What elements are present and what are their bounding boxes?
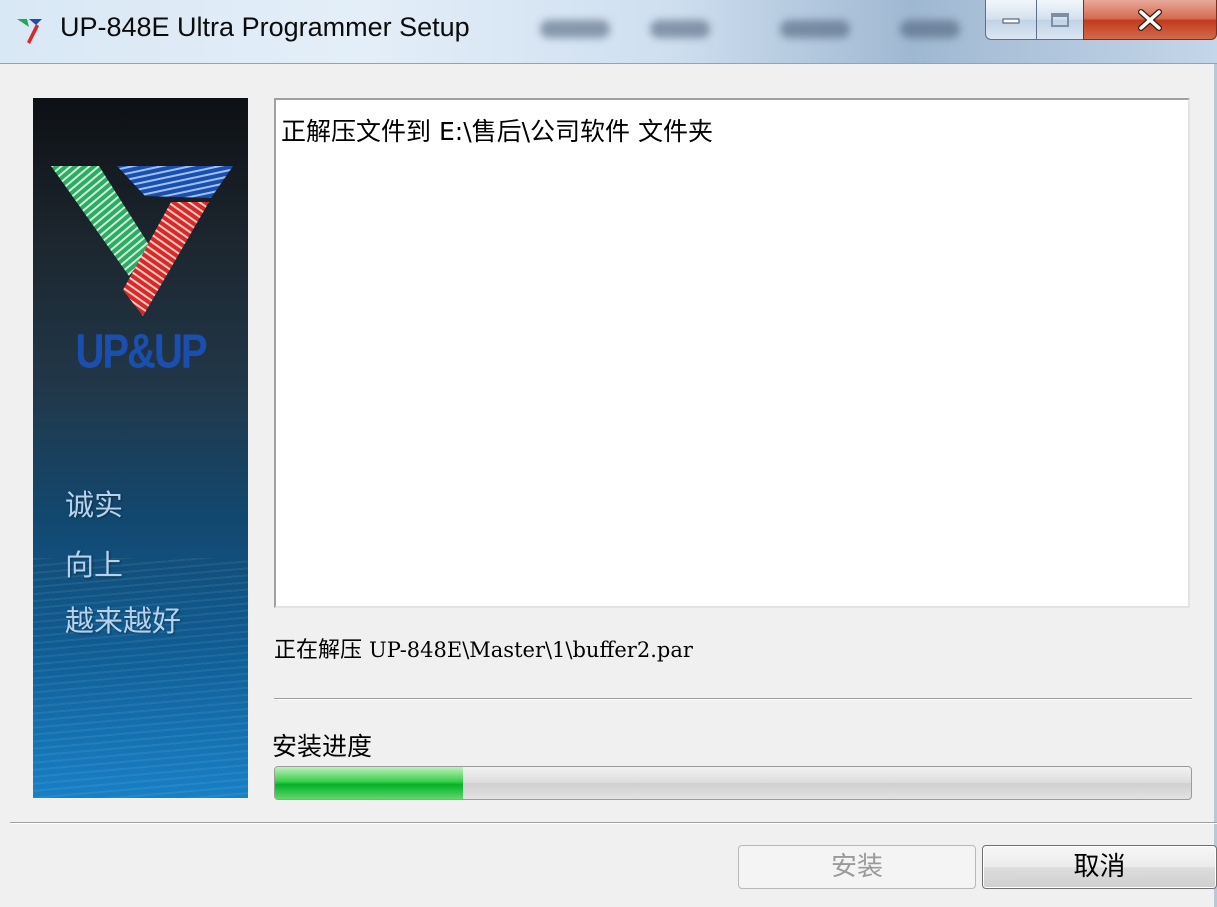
minimize-icon [1002,18,1020,23]
slogan-line-2: 向上 [65,548,124,582]
divider [274,698,1192,700]
status-prefix: 正在解压 [274,638,363,663]
slogan-line-3: 越来越好 [65,604,182,638]
progress-label: 安装进度 [272,732,373,761]
progress-fill [275,767,463,799]
close-button[interactable] [1083,0,1217,40]
log-line-prefix: 正解压文件到 [281,117,432,146]
install-progress-bar [274,766,1192,800]
status-file: UP-848E\Master\1\buffer2.par [369,638,693,662]
window-title: UP-848E Ultra Programmer Setup [60,12,470,42]
log-line-suffix: 文件夹 [638,117,714,146]
company-logo-icon [51,166,233,316]
cancel-button[interactable]: 取消 [982,845,1217,889]
logo-text: UP&UP [75,325,207,379]
extraction-log[interactable]: 正解压文件到 E:\售后\公司软件 文件夹 [274,98,1190,608]
title-bar-blur [520,10,980,46]
title-bar[interactable]: UP-848E Ultra Programmer Setup [0,0,1217,64]
log-line-path: E:\售后\公司软件 [438,117,631,146]
slogan-line-1: 诚实 [65,488,124,522]
install-button[interactable]: 安装 [738,845,976,889]
status-text: 正在解压 UP-848E\Master\1\buffer2.par [274,632,693,664]
app-icon [17,19,42,44]
side-banner: UP&UP 诚实 向上 越来越好 [33,98,248,798]
maximize-button[interactable] [1036,0,1084,40]
log-line: 正解压文件到 E:\售后\公司软件 文件夹 [281,112,713,148]
minimize-button[interactable] [985,0,1037,40]
footer-divider [10,822,1217,824]
close-icon [1138,8,1162,31]
setup-window: UP-848E Ultra Programmer Setup UP&UP 诚实 … [0,0,1217,907]
maximize-icon [1051,12,1069,27]
